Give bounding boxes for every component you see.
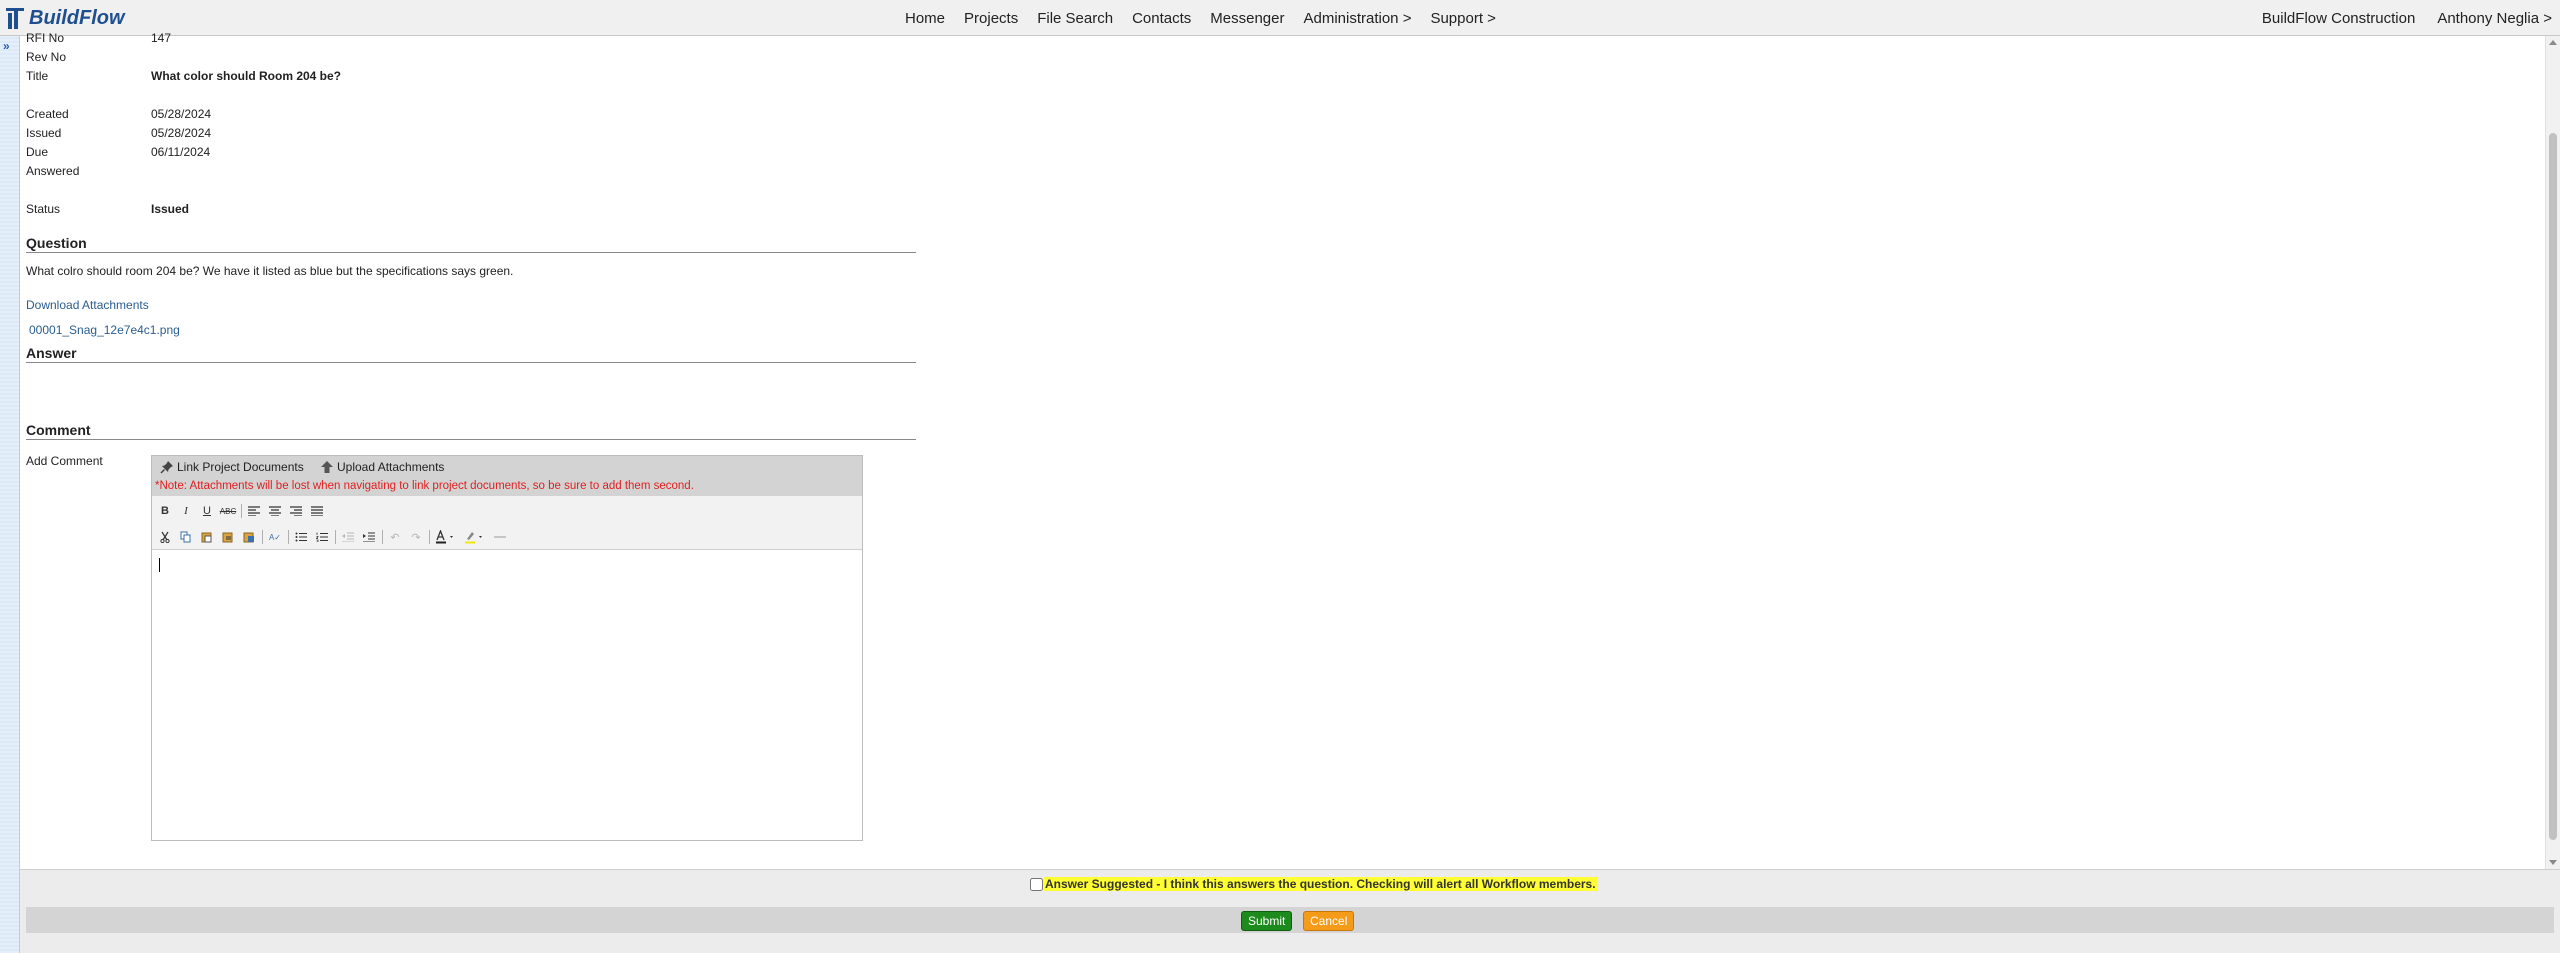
nav-home[interactable]: Home [905,10,945,27]
paste-word-icon[interactable] [240,528,258,546]
toolbar-separator [429,530,430,544]
upload-attachments-button[interactable]: Upload Attachments [320,460,444,474]
spellcheck-icon[interactable]: A✓ [266,528,284,546]
action-button-strip: Submit Cancel [26,907,2554,933]
align-justify-icon[interactable] [308,502,326,520]
answer-suggested-label[interactable]: Answer Suggested - I think this answers … [1044,877,1597,891]
toolbar-separator [288,530,289,544]
field-label: Due [26,145,49,159]
text-color-icon[interactable] [433,528,459,546]
field-value: 05/28/2024 [151,126,212,140]
expand-sidebar-icon[interactable]: » [3,40,10,52]
cancel-button[interactable]: Cancel [1303,911,1355,931]
user-menu[interactable]: Anthony Neglia > [2437,10,2552,27]
nav-file-search[interactable]: File Search [1037,10,1113,27]
download-attachments-link[interactable]: Download Attachments [26,298,149,312]
align-center-icon[interactable] [266,502,284,520]
scroll-thumb[interactable] [2549,133,2557,840]
link-project-documents-button[interactable]: Link Project Documents [160,460,304,474]
field-value: Issued [151,202,190,216]
redo-icon[interactable]: ↷ [407,528,425,546]
nav-support[interactable]: Support > [1430,10,1495,27]
attachment-warning-note: *Note: Attachments will be lost when nav… [155,480,694,492]
indent-icon[interactable] [360,528,378,546]
toolbar-separator [335,530,336,544]
main-nav: Home Projects File Search Contacts Messe… [905,0,1515,36]
field-label: Answered [26,164,80,178]
highlight-color-icon[interactable] [462,528,488,546]
strikethrough-icon[interactable]: ABC [219,502,237,520]
align-left-icon[interactable] [245,502,263,520]
field-value: 147 [151,31,172,45]
top-navigation-bar: BuildFlow Home Projects File Search Cont… [0,0,2560,36]
comment-editor: Link Project Documents Upload Attachment… [151,455,863,841]
upload-arrow-icon [321,461,333,473]
add-comment-label: Add Comment [26,454,103,468]
field-value: What color should Room 204 be? [151,69,342,83]
answer-suggested-row: Answer Suggested - I think this answers … [1030,877,1597,891]
upload-attachments-label: Upload Attachments [337,460,445,474]
field-value: 05/28/2024 [151,107,212,121]
toolbar-row-editing: A✓ ↶ ↷ [156,528,512,546]
vertical-scrollbar[interactable] [2545,36,2560,869]
question-text: What colro should room 204 be? We have i… [26,264,514,278]
text-caret [159,558,160,572]
undo-icon[interactable]: ↶ [386,528,404,546]
cut-icon[interactable] [156,528,174,546]
question-section-header: Question [26,235,916,253]
left-sidebar-rail: » [0,36,20,953]
nav-administration[interactable]: Administration > [1303,10,1411,27]
numbered-list-icon[interactable] [313,528,331,546]
field-label: Issued [26,126,62,140]
paste-text-icon[interactable] [219,528,237,546]
nav-projects[interactable]: Projects [964,10,1018,27]
nav-messenger[interactable]: Messenger [1210,10,1284,27]
toolbar-separator [262,530,263,544]
scroll-down-arrow-icon[interactable] [2549,860,2557,865]
horizontal-rule-icon[interactable] [491,528,509,546]
answer-suggested-checkbox[interactable] [1030,877,1043,891]
paste-icon[interactable] [198,528,216,546]
comment-section-header: Comment [26,422,916,440]
account-nav: BuildFlow Construction Anthony Neglia > [2240,0,2552,36]
outdent-icon[interactable] [339,528,357,546]
field-label: Rev No [26,50,67,64]
bottom-action-panel: Answer Suggested - I think this answers … [20,869,2560,953]
pushpin-icon [160,461,173,474]
toolbar-row-formatting: B I U ABC [156,502,329,520]
buildflow-logo-icon [6,8,24,29]
bulleted-list-icon[interactable] [292,528,310,546]
field-label: RFI No [26,31,65,45]
field-label: Created [26,107,69,121]
align-right-icon[interactable] [287,502,305,520]
scroll-up-arrow-icon[interactable] [2549,40,2557,45]
copy-icon[interactable] [177,528,195,546]
comment-text-area[interactable] [152,550,862,840]
buildflow-logo[interactable]: BuildFlow [4,4,125,32]
field-label: Status [26,202,61,216]
logo-text: BuildFlow [29,6,125,29]
italic-icon[interactable]: I [177,502,195,520]
field-value: 06/11/2024 [151,145,211,159]
link-project-documents-label: Link Project Documents [177,460,304,474]
answer-section-header: Answer [26,345,916,363]
attachment-file-link[interactable]: 00001_Snag_12e7e4c1.png [29,323,180,337]
nav-contacts[interactable]: Contacts [1132,10,1191,27]
bold-icon[interactable]: B [156,502,174,520]
toolbar-separator [241,504,242,518]
underline-icon[interactable]: U [198,502,216,520]
toolbar-separator [382,530,383,544]
submit-button[interactable]: Submit [1241,911,1293,931]
attachment-bar: Link Project Documents Upload Attachment… [152,456,862,496]
company-name[interactable]: BuildFlow Construction [2262,10,2415,27]
editor-toolbar: B I U ABC A✓ ↶ ↷ [152,496,862,550]
field-label: Title [26,69,49,83]
